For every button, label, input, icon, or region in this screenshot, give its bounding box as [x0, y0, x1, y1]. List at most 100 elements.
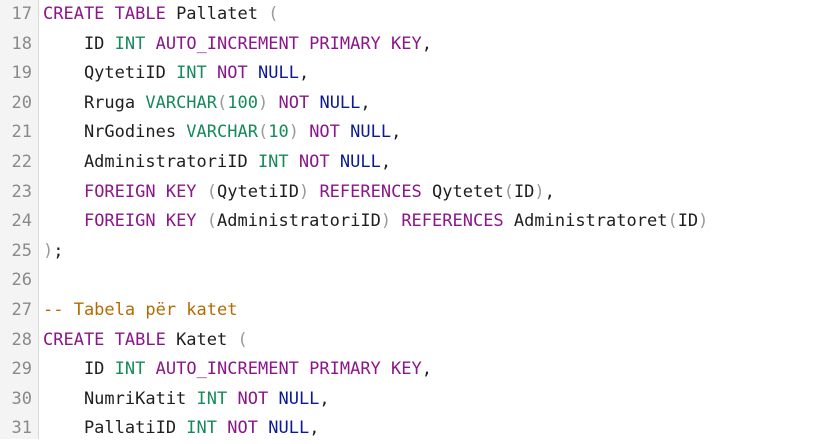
- code-token: NULL: [319, 92, 361, 113]
- code-text[interactable]: PallatiID INT NOT NULL,: [43, 414, 320, 444]
- code-token: INT: [186, 418, 218, 439]
- code-line[interactable]: 26: [0, 266, 820, 296]
- code-text[interactable]: NumriKatit INT NOT NULL,: [43, 385, 330, 415]
- code-token: NOT: [298, 152, 330, 172]
- code-token: (: [667, 211, 678, 232]
- code-text[interactable]: CREATE TABLE Pallatet (: [43, 0, 278, 30]
- code-line[interactable]: 22 AdministratoriID INT NOT NULL,: [0, 148, 820, 178]
- code-token: AdministratoriID: [217, 211, 381, 232]
- code-line[interactable]: 31 PallatiID INT NOT NULL,: [0, 414, 820, 444]
- code-text[interactable]: NrGodines VARCHAR(10) NOT NULL,: [43, 118, 401, 148]
- code-text[interactable]: CREATE TABLE Katet (: [43, 326, 248, 356]
- line-number: 27: [11, 300, 32, 320]
- code-token: NumriKatit: [43, 388, 197, 409]
- code-token: ): [534, 181, 545, 202]
- code-text[interactable]: Rruga VARCHAR(100) NOT NULL,: [43, 89, 371, 119]
- code-editor[interactable]: 17 CREATE TABLE Pallatet (18 ID INT AUTO_…: [0, 0, 820, 439]
- code-token: Administratoret: [503, 211, 668, 232]
- code-token: ,: [298, 63, 310, 84]
- line-number: 28: [11, 329, 32, 350]
- line-number: 19: [11, 63, 32, 84]
- code-token: FOREIGN KEY: [83, 181, 197, 202]
- code-token: ID: [43, 359, 115, 380]
- code-token: NOT: [217, 63, 248, 84]
- line-number: 31: [11, 418, 32, 439]
- code-text[interactable]: QytetiID INT NOT NULL,: [43, 59, 309, 89]
- code-text[interactable]: ID INT AUTO_INCREMENT PRIMARY KEY,: [43, 30, 432, 60]
- code-token: VARCHAR: [186, 122, 258, 143]
- code-text[interactable]: FOREIGN KEY (AdministratoriID) REFERENCE…: [43, 207, 708, 237]
- code-token: AdministratoriID: [43, 152, 258, 172]
- code-text[interactable]: FOREIGN KEY (QytetiID) REFERENCES Qytete…: [43, 178, 555, 208]
- code-token: REFERENCES: [319, 181, 422, 202]
- code-token: CREATE TABLE: [43, 4, 166, 24]
- code-token: Katet: [165, 329, 238, 350]
- line-number: 22: [11, 152, 32, 172]
- code-token: NULL: [278, 388, 320, 409]
- code-text[interactable]: -- Tabela për katet: [43, 296, 237, 326]
- code-token: ): [257, 92, 269, 113]
- code-token: NOT: [309, 122, 340, 143]
- code-token: ,: [421, 359, 432, 380]
- code-token: ): [43, 240, 54, 261]
- code-token: 10: [268, 122, 289, 143]
- code-line[interactable]: 19 QytetiID INT NOT NULL,: [0, 59, 820, 89]
- code-token: NULL: [268, 418, 310, 439]
- code-token: 100: [227, 92, 258, 113]
- code-line[interactable]: 21 NrGodines VARCHAR(10) NOT NULL,: [0, 118, 820, 148]
- code-token: NULL: [339, 152, 381, 172]
- code-text[interactable]: );: [43, 237, 64, 267]
- code-token: VARCHAR: [145, 92, 218, 113]
- code-token: ,: [391, 122, 402, 143]
- line-number: 25: [11, 240, 32, 261]
- code-line[interactable]: 29 ID INT AUTO_INCREMENT PRIMARY KEY,: [0, 355, 820, 385]
- code-token: NULL: [350, 122, 392, 143]
- code-token: ID: [513, 181, 535, 202]
- code-line[interactable]: 30 NumriKatit INT NOT NULL,: [0, 385, 820, 415]
- code-token: INT: [257, 152, 289, 172]
- code-token: QytetiID: [217, 181, 299, 202]
- code-line[interactable]: 23 FOREIGN KEY (QytetiID) REFERENCES Qyt…: [0, 178, 820, 208]
- code-token: ID: [43, 33, 115, 54]
- code-text[interactable]: ID INT AUTO_INCREMENT PRIMARY KEY,: [43, 355, 432, 385]
- code-text[interactable]: AdministratoriID INT NOT NULL,: [43, 148, 391, 178]
- code-token: REFERENCES: [401, 211, 504, 232]
- code-token: ,: [309, 418, 320, 439]
- code-token: NOT: [227, 418, 258, 439]
- line-number: 21: [11, 122, 32, 143]
- code-token: ): [288, 122, 299, 143]
- code-token: ,: [544, 181, 555, 202]
- code-token: (: [206, 181, 218, 202]
- line-number: 30: [11, 388, 32, 409]
- code-line[interactable]: 27 -- Tabela për katet: [0, 296, 820, 326]
- code-line[interactable]: 28 CREATE TABLE Katet (: [0, 326, 820, 356]
- code-token: ,: [360, 92, 371, 113]
- line-number: 23: [11, 181, 32, 202]
- code-line[interactable]: 24 FOREIGN KEY (AdministratoriID) REFERE…: [0, 207, 820, 237]
- code-token: INT: [196, 388, 228, 409]
- code-token: ): [298, 181, 310, 202]
- code-line[interactable]: 17 CREATE TABLE Pallatet (: [0, 0, 820, 30]
- code-token: ,: [319, 388, 330, 409]
- code-line[interactable]: 20 Rruga VARCHAR(100) NOT NULL,: [0, 89, 820, 119]
- code-line[interactable]: 18 ID INT AUTO_INCREMENT PRIMARY KEY,: [0, 30, 820, 60]
- code-token: (: [206, 211, 218, 232]
- code-line[interactable]: 25);: [0, 237, 820, 267]
- code-token: AUTO_INCREMENT PRIMARY KEY: [155, 33, 422, 54]
- code-token: FOREIGN KEY: [83, 211, 197, 232]
- line-number: 24: [11, 211, 32, 232]
- code-token: Qytetet: [421, 181, 504, 202]
- code-token: ;: [53, 240, 64, 261]
- line-number: 20: [11, 92, 32, 113]
